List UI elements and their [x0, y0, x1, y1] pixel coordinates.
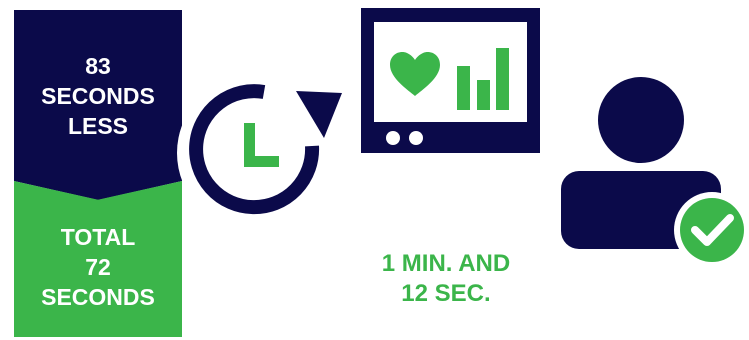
user-icon: [561, 77, 749, 268]
duration-caption: 1 MIN. AND 12 SEC.: [330, 249, 562, 309]
total-time-text: TOTAL 72 SECONDS: [14, 222, 182, 312]
monitor-button-1: [386, 131, 400, 145]
total-time-line-1: TOTAL: [60, 224, 136, 250]
monitor-icon: [361, 8, 540, 153]
duration-line-1: 1 MIN. AND: [381, 250, 511, 277]
time-saved-line-3: LESS: [67, 113, 129, 139]
time-saved-text: 83 SECONDS LESS: [14, 51, 182, 141]
duration-line-2: 12 SEC.: [401, 280, 491, 307]
time-saved-line-1: 83: [85, 53, 111, 79]
user-head: [598, 77, 684, 163]
monitor-button-2: [409, 131, 423, 145]
total-time-line-2: 72: [85, 254, 111, 280]
time-saved-line-2: SECONDS: [41, 83, 155, 109]
clock-refresh-icon: [177, 75, 342, 231]
total-time-line-3: SECONDS: [41, 284, 155, 310]
check-badge-icon: [674, 192, 749, 268]
clock-hand-minute: [244, 156, 279, 167]
